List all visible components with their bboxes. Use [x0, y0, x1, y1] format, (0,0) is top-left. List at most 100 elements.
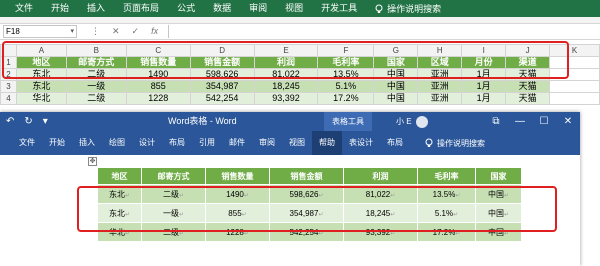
word-tab-file[interactable]: 文件	[12, 131, 42, 155]
table-cell[interactable]: 81,022	[253, 68, 319, 81]
table-cell[interactable]: 1月	[461, 68, 507, 81]
table-cell[interactable]: 中国↵	[475, 184, 522, 204]
word-tab-mailings[interactable]: 邮件	[222, 131, 252, 155]
table-cell[interactable]: 17.2%	[317, 92, 375, 105]
table-cell[interactable]: 598,626	[189, 68, 255, 81]
table-cell[interactable]: 13.5%	[317, 68, 375, 81]
row-number[interactable]: 1	[0, 56, 17, 69]
table-cell[interactable]: 二级↵	[141, 222, 206, 242]
table-cell[interactable]: 一级	[65, 80, 127, 93]
column-header[interactable]: H	[417, 44, 463, 57]
avatar[interactable]	[415, 115, 428, 128]
row-number[interactable]: 4	[0, 92, 17, 105]
word-tab-view[interactable]: 视图	[282, 131, 312, 155]
header-cell[interactable]: 地区	[97, 167, 142, 185]
header-cell[interactable]: 利润	[253, 56, 319, 69]
header-cell[interactable]: 毛利率	[317, 56, 375, 69]
table-cell[interactable]: 天猫	[505, 80, 551, 93]
table-cell[interactable]: 93,392	[253, 92, 319, 105]
table-cell[interactable]: 天猫	[505, 68, 551, 81]
table-cell[interactable]: 东北↵	[97, 203, 142, 223]
table-cell[interactable]: 13.5%↵	[417, 184, 476, 204]
table-cell[interactable]: 二级	[65, 92, 127, 105]
table-cell[interactable]: 17.2%↵	[417, 222, 476, 242]
table-cell[interactable]: 5.1%	[317, 80, 375, 93]
header-cell[interactable]: 销售金额	[189, 56, 255, 69]
word-tell-me[interactable]: 操作说明搜索	[410, 138, 485, 149]
word-tab-home[interactable]: 开始	[42, 131, 72, 155]
word-tab-help[interactable]: 帮助	[312, 131, 342, 155]
column-header[interactable]: G	[373, 44, 419, 57]
table-cell[interactable]: 中国	[373, 80, 419, 93]
table-cell[interactable]: 542,254	[189, 92, 255, 105]
column-header[interactable]: D	[189, 44, 255, 57]
word-tab-table-design[interactable]: 表设计	[342, 131, 380, 155]
table-cell[interactable]: 东北↵	[97, 184, 142, 204]
header-cell[interactable]: 利润	[343, 167, 418, 185]
name-box[interactable]: F18 ▾	[3, 25, 77, 38]
excel-tab-review[interactable]: 审阅	[240, 0, 276, 17]
ribbon-display-icon[interactable]: ⧉	[484, 112, 508, 131]
table-cell[interactable]: 华北	[15, 92, 67, 105]
table-cell[interactable]: 93,392↵	[343, 222, 418, 242]
header-cell[interactable]: 销售金额	[269, 167, 344, 185]
enter-icon[interactable]: ✓	[132, 26, 140, 37]
column-header[interactable]: E	[253, 44, 319, 57]
table-cell[interactable]: 354,987↵	[269, 203, 344, 223]
table-cell[interactable]: 1228	[125, 92, 191, 105]
header-cell[interactable]: 地区	[15, 56, 67, 69]
word-tab-draw[interactable]: 绘图	[102, 131, 132, 155]
table-cell[interactable]: 东北	[15, 68, 67, 81]
table-cell[interactable]: 亚洲	[417, 68, 463, 81]
header-cell[interactable]: 月份	[461, 56, 507, 69]
close-icon[interactable]: ✕	[556, 112, 580, 131]
undo-icon[interactable]: ↶	[6, 116, 14, 127]
header-cell[interactable]: 销售数量	[125, 56, 191, 69]
table-cell[interactable]: 中国↵	[475, 203, 522, 223]
word-tab-table-layout[interactable]: 布局	[380, 131, 410, 155]
excel-tab-file[interactable]: 文件	[6, 0, 42, 17]
table-cell[interactable]: 中国↵	[475, 222, 522, 242]
row-number[interactable]: 3	[0, 80, 17, 93]
table-cell[interactable]: 1月	[461, 80, 507, 93]
empty-cell[interactable]	[549, 92, 600, 105]
table-cell[interactable]: 855↵	[205, 203, 270, 223]
column-header[interactable]: F	[317, 44, 375, 57]
excel-tab-view[interactable]: 视图	[276, 0, 312, 17]
excel-tell-me[interactable]: 操作说明搜索	[366, 2, 441, 15]
column-header[interactable]: A	[15, 44, 67, 57]
empty-cell[interactable]	[549, 56, 600, 69]
cancel-icon[interactable]: ✕	[112, 26, 120, 37]
excel-tab-page-layout[interactable]: 页面布局	[114, 0, 168, 17]
header-cell[interactable]: 邮寄方式	[141, 167, 206, 185]
user-account[interactable]: 小 E	[396, 112, 428, 131]
header-cell[interactable]: 渠道	[505, 56, 551, 69]
table-cell[interactable]: 华北↵	[97, 222, 142, 242]
table-cell[interactable]: 东北	[15, 80, 67, 93]
table-cell[interactable]: 亚洲	[417, 92, 463, 105]
header-cell[interactable]: 区域	[417, 56, 463, 69]
header-cell[interactable]: 国家	[373, 56, 419, 69]
customize-icon[interactable]: ▾	[43, 116, 48, 127]
table-cell[interactable]: 542,254↵	[269, 222, 344, 242]
table-cell[interactable]: 1228↵	[205, 222, 270, 242]
column-header[interactable]: I	[461, 44, 507, 57]
excel-tab-developer[interactable]: 开发工具	[312, 0, 366, 17]
table-cell[interactable]: 一级↵	[141, 203, 206, 223]
formula-input[interactable]	[168, 25, 600, 38]
minimize-icon[interactable]: —	[508, 112, 532, 131]
excel-tab-insert[interactable]: 插入	[78, 0, 114, 17]
column-header[interactable]: B	[65, 44, 127, 57]
header-cell[interactable]: 销售数量	[205, 167, 270, 185]
table-cell[interactable]: 354,987	[189, 80, 255, 93]
column-header[interactable]: C	[125, 44, 191, 57]
table-move-handle-icon[interactable]: ✥	[88, 157, 97, 166]
table-cell[interactable]: 18,245↵	[343, 203, 418, 223]
word-tab-layout[interactable]: 布局	[162, 131, 192, 155]
table-cell[interactable]: 18,245	[253, 80, 319, 93]
column-header[interactable]: J	[505, 44, 551, 57]
empty-cell[interactable]	[549, 68, 600, 81]
excel-tab-data[interactable]: 数据	[204, 0, 240, 17]
word-tab-insert[interactable]: 插入	[72, 131, 102, 155]
table-cell[interactable]: 天猫	[505, 92, 551, 105]
